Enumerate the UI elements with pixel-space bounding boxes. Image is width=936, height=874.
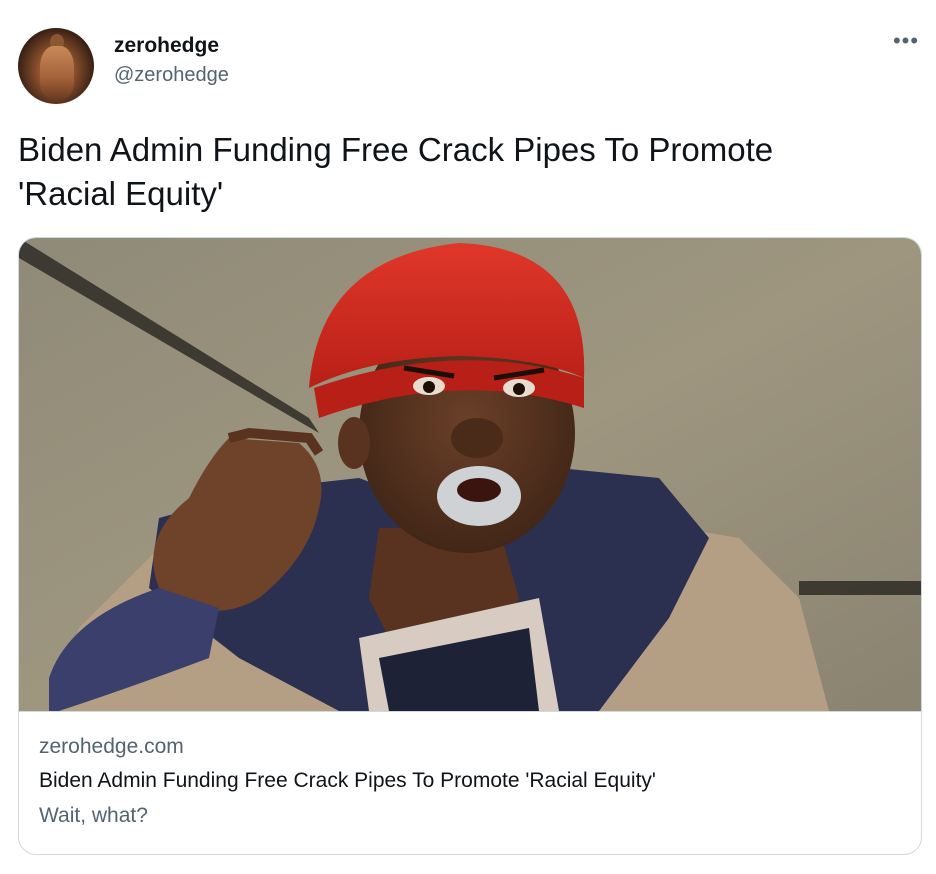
handle[interactable]: @zerohedge — [114, 60, 229, 90]
tweet-text: Biden Admin Funding Free Crack Pipes To … — [18, 128, 898, 216]
card-image — [19, 238, 921, 712]
tweet-header: zerohedge @zerohedge ••• — [18, 24, 922, 104]
card-title: Biden Admin Funding Free Crack Pipes To … — [39, 769, 656, 792]
display-name[interactable]: zerohedge — [114, 32, 229, 60]
card-meta: zerohedge.com Biden Admin Funding Free C… — [39, 730, 899, 834]
card-description: Wait, what? — [39, 804, 148, 827]
more-options-icon[interactable]: ••• — [892, 30, 920, 56]
avatar-torso — [40, 46, 74, 98]
author-info: zerohedge @zerohedge — [114, 32, 229, 90]
card-domain: zerohedge.com — [39, 735, 184, 758]
link-card[interactable]: zerohedge.com Biden Admin Funding Free C… — [18, 237, 922, 855]
tweet-text-line-1: Biden Admin Funding Free Crack Pipes To … — [18, 131, 774, 168]
avatar[interactable] — [18, 28, 94, 104]
tweet-text-line-2: 'Racial Equity' — [18, 175, 224, 212]
